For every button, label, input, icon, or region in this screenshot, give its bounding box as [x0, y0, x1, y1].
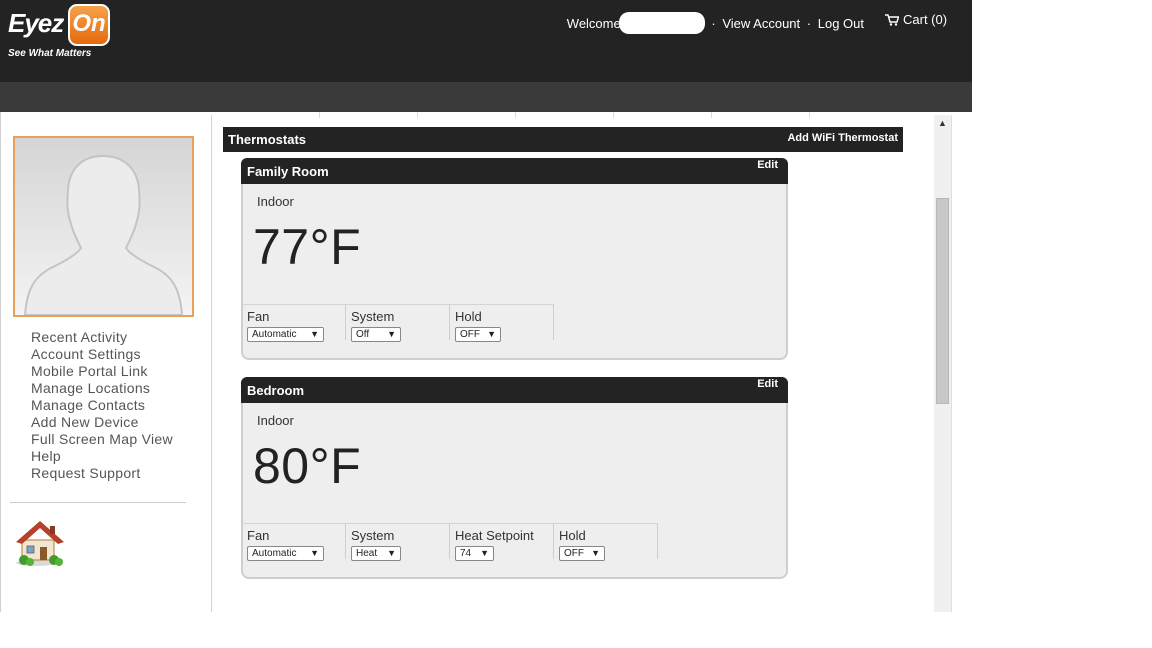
logo-tagline: See What Matters: [8, 48, 92, 59]
top-nav: Welcome · View Account · Log Out: [567, 12, 864, 34]
thermostat-card: Family Room Edit Indoor 77°F Fan Automat…: [241, 158, 788, 360]
thermostat-card: Bedroom Edit Indoor 80°F Fan Automatic ▼ …: [241, 377, 788, 579]
sidebar-separator: [10, 502, 186, 503]
nav-divider: [417, 112, 418, 118]
indoor-label: Indoor: [257, 194, 294, 209]
system-label: System: [351, 528, 395, 543]
thermostats-title: Thermostats: [228, 132, 307, 147]
system-control: System Off ▼: [346, 304, 450, 342]
house-icon: [16, 521, 64, 566]
thermostats-header: Thermostats Add WiFi Thermostat: [223, 127, 903, 152]
system-control: System Heat ▼: [346, 523, 450, 561]
card-header: Bedroom Edit: [241, 377, 788, 403]
chevron-down-icon: ▼: [480, 548, 489, 558]
fan-label: Fan: [247, 309, 270, 324]
fan-label: Fan: [247, 528, 270, 543]
hold-select-value: OFF: [564, 548, 584, 559]
nav-divider: [613, 112, 614, 118]
profile-avatar[interactable]: [13, 136, 194, 317]
logo-eyez-text: Eyez: [8, 8, 64, 38]
card-header: Family Room Edit: [241, 158, 788, 184]
redacted-username: [618, 12, 705, 34]
frame-border: [951, 115, 952, 612]
edit-thermostat-link[interactable]: Edit: [757, 159, 778, 171]
nav-divider: [515, 112, 516, 118]
edit-thermostat-link[interactable]: Edit: [757, 378, 778, 390]
chevron-down-icon: ▼: [387, 548, 396, 558]
heat-setpoint-value: 74: [460, 548, 472, 559]
indoor-temperature: 80°F: [253, 438, 362, 494]
hold-select[interactable]: OFF ▼: [455, 327, 501, 342]
hold-label: Hold: [455, 309, 482, 324]
sidebar-item-manage-locations[interactable]: Manage Locations: [31, 380, 173, 397]
heat-setpoint-control: Heat Setpoint 74 ▼: [450, 523, 554, 561]
sidebar-item-add-new-device[interactable]: Add New Device: [31, 414, 173, 431]
control-row: Fan Automatic ▼ System Off ▼ Hold OFF ▼: [242, 304, 554, 342]
chevron-down-icon: ▼: [591, 548, 600, 558]
sidebar-item-request-support[interactable]: Request Support: [31, 465, 173, 482]
nav-divider: [319, 112, 320, 118]
system-select-value: Heat: [356, 548, 378, 559]
logout-link[interactable]: Log Out: [818, 16, 864, 31]
nav-separator: ·: [806, 16, 812, 31]
fan-control: Fan Automatic ▼: [242, 523, 346, 561]
heat-setpoint-label: Heat Setpoint: [455, 528, 534, 543]
hold-label: Hold: [559, 528, 586, 543]
scroll-up-arrow-icon[interactable]: ▲: [934, 115, 951, 132]
fan-select[interactable]: Automatic ▼: [247, 546, 324, 561]
sidebar-item-help[interactable]: Help: [31, 448, 173, 465]
thermostat-name: Bedroom: [247, 383, 305, 398]
scrollbar-thumb[interactable]: [936, 198, 949, 404]
sidebar-item-account-settings[interactable]: Account Settings: [31, 346, 173, 363]
nav-divider: [809, 112, 810, 118]
hold-select-value: OFF: [460, 329, 480, 340]
indoor-label: Indoor: [257, 413, 294, 428]
chevron-down-icon: ▼: [310, 329, 319, 339]
frame-border: [0, 112, 1, 612]
system-select[interactable]: Heat ▼: [351, 546, 401, 561]
nav-separator: ·: [711, 16, 716, 31]
user-silhouette-icon: [23, 154, 184, 315]
site-header: Eyez On See What Matters Welcome · View …: [0, 0, 972, 82]
cart-label: Cart (0): [903, 12, 948, 27]
eyezon-logo[interactable]: Eyez On See What Matters: [6, 4, 110, 60]
chevron-down-icon: ▼: [387, 329, 396, 339]
hold-control: Hold OFF ▼: [450, 304, 554, 342]
control-row: Fan Automatic ▼ System Heat ▼ Heat Setpoin…: [242, 523, 658, 561]
fan-control: Fan Automatic ▼: [242, 304, 346, 342]
view-account-link[interactable]: View Account: [722, 16, 800, 31]
chevron-down-icon: ▼: [310, 548, 319, 558]
logo-on-badge: On: [68, 4, 110, 46]
location-entry[interactable]: [14, 518, 72, 568]
fan-select-value: Automatic: [252, 548, 297, 559]
cart-link[interactable]: Cart (0): [885, 12, 947, 27]
fan-select-value: Automatic: [252, 329, 297, 340]
sidebar-item-full-screen-map[interactable]: Full Screen Map View: [31, 431, 173, 448]
nav-divider: [711, 112, 712, 118]
heat-setpoint-select[interactable]: 74 ▼: [455, 546, 494, 561]
sidebar-item-mobile-portal-link[interactable]: Mobile Portal Link: [31, 363, 173, 380]
thermostat-name: Family Room: [247, 164, 329, 179]
sidebar-nav: Recent Activity Account Settings Mobile …: [31, 329, 173, 482]
page: { "brand": { "logo_eyez": "Eyez", "logo_…: [0, 0, 1152, 648]
sidebar-item-manage-contacts[interactable]: Manage Contacts: [31, 397, 173, 414]
system-label: System: [351, 309, 395, 324]
sidebar-item-recent-activity[interactable]: Recent Activity: [31, 329, 173, 346]
welcome-text: Welcome: [566, 16, 621, 31]
fan-select[interactable]: Automatic ▼: [247, 327, 324, 342]
add-wifi-thermostat-button[interactable]: Add WiFi Thermostat: [787, 132, 898, 144]
system-select[interactable]: Off ▼: [351, 327, 401, 342]
system-select-value: Off: [356, 329, 370, 340]
chevron-down-icon: ▼: [487, 329, 496, 339]
hold-control: Hold OFF ▼: [554, 523, 658, 561]
cart-icon: [885, 14, 900, 26]
sidebar-divider: [211, 115, 212, 612]
hold-select[interactable]: OFF ▼: [559, 546, 605, 561]
vertical-scrollbar[interactable]: ▲: [934, 115, 951, 612]
indoor-temperature: 77°F: [253, 219, 362, 275]
main-navbar: [0, 82, 972, 112]
